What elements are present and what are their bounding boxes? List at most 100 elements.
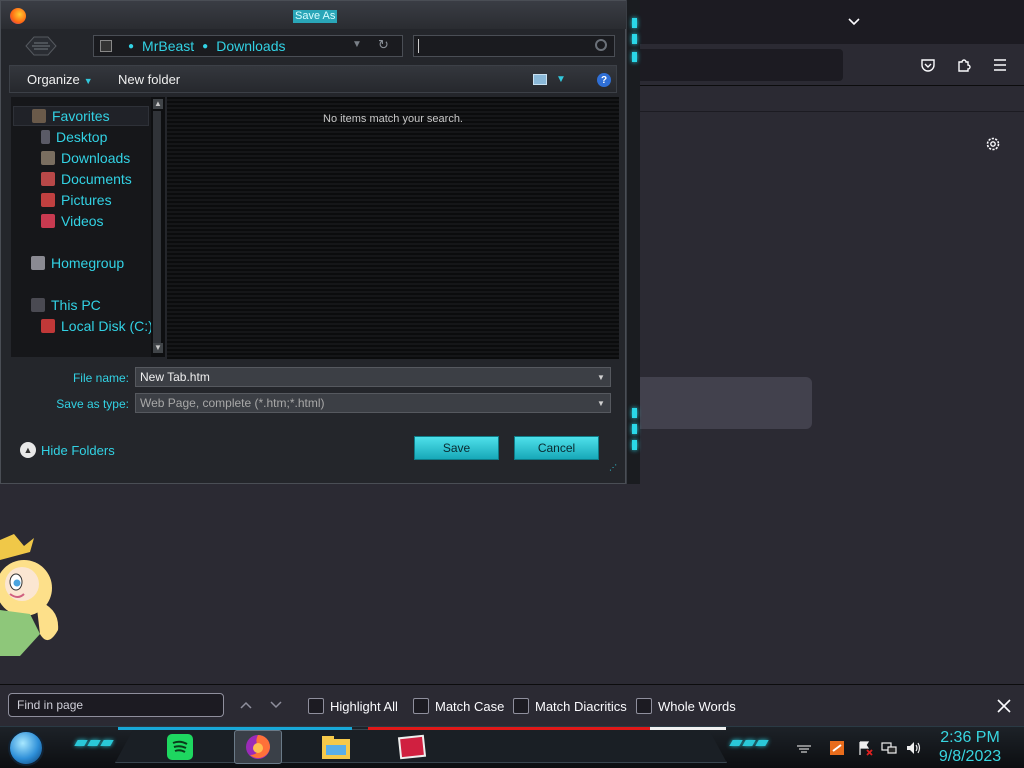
computer-icon [31, 298, 45, 312]
nav-label: Homegroup [51, 255, 125, 271]
firefox-icon [10, 8, 26, 24]
decoration [729, 740, 769, 748]
scroll-down-icon[interactable]: ▼ [153, 343, 163, 353]
find-in-page-input[interactable] [8, 693, 224, 717]
chevron-right-icon[interactable]: ● [128, 41, 134, 52]
view-options-icon[interactable] [533, 74, 547, 85]
nav-item-downloads[interactable]: Downloads [41, 148, 130, 168]
command-bar: Organize ▼ New folder ▼ ? [9, 65, 617, 93]
videos-icon [41, 214, 55, 228]
clock-date: 9/8/2023 [938, 748, 1002, 765]
highlight-all-checkbox[interactable]: Highlight All [308, 696, 398, 716]
decoration [632, 18, 637, 28]
search-input[interactable] [413, 35, 615, 57]
app-tray-icon[interactable] [828, 739, 846, 757]
help-icon[interactable]: ? [597, 73, 611, 87]
save-as-type-label: Save as type: [56, 397, 129, 411]
match-case-label: Match Case [435, 698, 505, 714]
nav-item-homegroup[interactable]: Homegroup [31, 253, 124, 273]
decoration [632, 34, 637, 44]
nav-scrollbar[interactable]: ▲ ▼ [151, 97, 165, 357]
breadcrumb-downloads[interactable]: Downloads [216, 38, 285, 54]
checkbox-box[interactable] [413, 698, 429, 714]
decoration [632, 52, 637, 62]
chevron-down-icon[interactable]: ▼ [597, 399, 605, 408]
checkbox-box[interactable] [636, 698, 652, 714]
whole-words-checkbox[interactable]: Whole Words [636, 696, 736, 716]
new-tab-search-box[interactable] [630, 377, 812, 429]
find-previous-button[interactable] [234, 694, 258, 716]
find-bar: Highlight All Match Case Match Diacritic… [0, 684, 1024, 726]
close-icon[interactable] [992, 694, 1016, 718]
volume-icon[interactable] [904, 739, 922, 757]
search-icon[interactable] [595, 39, 607, 51]
flag-icon[interactable] [856, 739, 874, 757]
organize-button[interactable]: Organize ▼ [27, 72, 93, 87]
scrollbar-thumb[interactable] [153, 111, 161, 347]
hide-folders-button[interactable]: ▲ Hide Folders [20, 442, 115, 458]
chevron-up-icon [240, 701, 252, 709]
save-as-type-select[interactable]: Web Page, complete (*.htm;*.html) [135, 393, 611, 413]
checkbox-box[interactable] [513, 698, 529, 714]
folder-icon [100, 40, 112, 52]
file-explorer-icon[interactable] [312, 730, 360, 764]
address-bar[interactable]: ● MrBeast ● Downloads ▼ ↻ [93, 35, 403, 57]
url-bar[interactable] [630, 49, 843, 81]
nav-item-local-disk[interactable]: Local Disk (C:) [41, 316, 153, 336]
empty-message: No items match your search. [323, 113, 463, 125]
firefox-icon[interactable] [234, 730, 282, 764]
chevron-right-icon[interactable]: ● [202, 41, 208, 52]
desktop-icon [41, 130, 50, 144]
documents-icon [41, 172, 55, 186]
homegroup-icon [31, 256, 45, 270]
show-hidden-icons-icon[interactable] [795, 739, 813, 757]
chevron-down-icon[interactable]: ▼ [556, 74, 566, 85]
nav-item-this-pc[interactable]: This PC [31, 295, 101, 315]
media-player-icon[interactable] [388, 730, 436, 764]
nav-item-favorites[interactable]: Favorites [13, 106, 149, 126]
nav-label: This PC [51, 297, 101, 313]
whole-words-label: Whole Words [658, 698, 736, 714]
nav-label: Favorites [52, 108, 110, 124]
highlight-all-label: Highlight All [330, 698, 398, 714]
resize-grip-icon[interactable]: ⋰ [609, 463, 617, 472]
find-next-button[interactable] [264, 694, 288, 716]
taskbar: 2:36 PM 9/8/2023 [0, 726, 1024, 768]
network-icon[interactable] [880, 739, 898, 757]
chevron-down-icon[interactable]: ▼ [597, 373, 605, 382]
back-button[interactable] [21, 34, 61, 58]
start-button[interactable] [8, 730, 44, 766]
hamburger-menu-icon[interactable] [987, 52, 1013, 78]
nav-item-pictures[interactable]: Pictures [41, 190, 112, 210]
save-as-dialog: Save As ● MrBeast ● Downloads ▼ ↻ Organi… [0, 0, 627, 484]
new-folder-button[interactable]: New folder [118, 72, 180, 87]
checkbox-box[interactable] [308, 698, 324, 714]
nav-item-videos[interactable]: Videos [41, 211, 104, 231]
nav-item-documents[interactable]: Documents [41, 169, 132, 189]
refresh-icon[interactable]: ↻ [378, 37, 389, 53]
chevron-down-icon[interactable]: ▼ [352, 39, 362, 50]
file-list-pane[interactable]: No items match your search. [167, 97, 619, 359]
text-cursor [418, 39, 419, 53]
pocket-icon[interactable] [915, 52, 941, 78]
dialog-title-bar[interactable]: Save As [1, 1, 627, 29]
pictures-icon [41, 193, 55, 207]
match-case-checkbox[interactable]: Match Case [413, 696, 504, 716]
decoration [632, 424, 637, 434]
system-clock[interactable]: 2:36 PM 9/8/2023 [930, 728, 1010, 766]
nav-item-desktop[interactable]: Desktop [41, 127, 107, 147]
cancel-button[interactable]: Cancel [514, 436, 599, 460]
save-button[interactable]: Save [414, 436, 499, 460]
chevron-down-icon[interactable] [842, 11, 866, 33]
breadcrumb-mrbeast[interactable]: MrBeast [142, 38, 194, 54]
nav-label: Pictures [61, 192, 112, 208]
cartoon-character-image [0, 534, 59, 656]
decoration [74, 740, 114, 748]
dialog-title: Save As [293, 10, 338, 23]
match-diacritics-checkbox[interactable]: Match Diacritics [513, 696, 627, 716]
file-name-input[interactable] [135, 367, 611, 387]
puzzle-icon[interactable] [951, 52, 977, 78]
gear-icon[interactable] [980, 131, 1006, 157]
scroll-up-icon[interactable]: ▲ [153, 99, 163, 109]
spotify-icon[interactable] [156, 730, 204, 764]
